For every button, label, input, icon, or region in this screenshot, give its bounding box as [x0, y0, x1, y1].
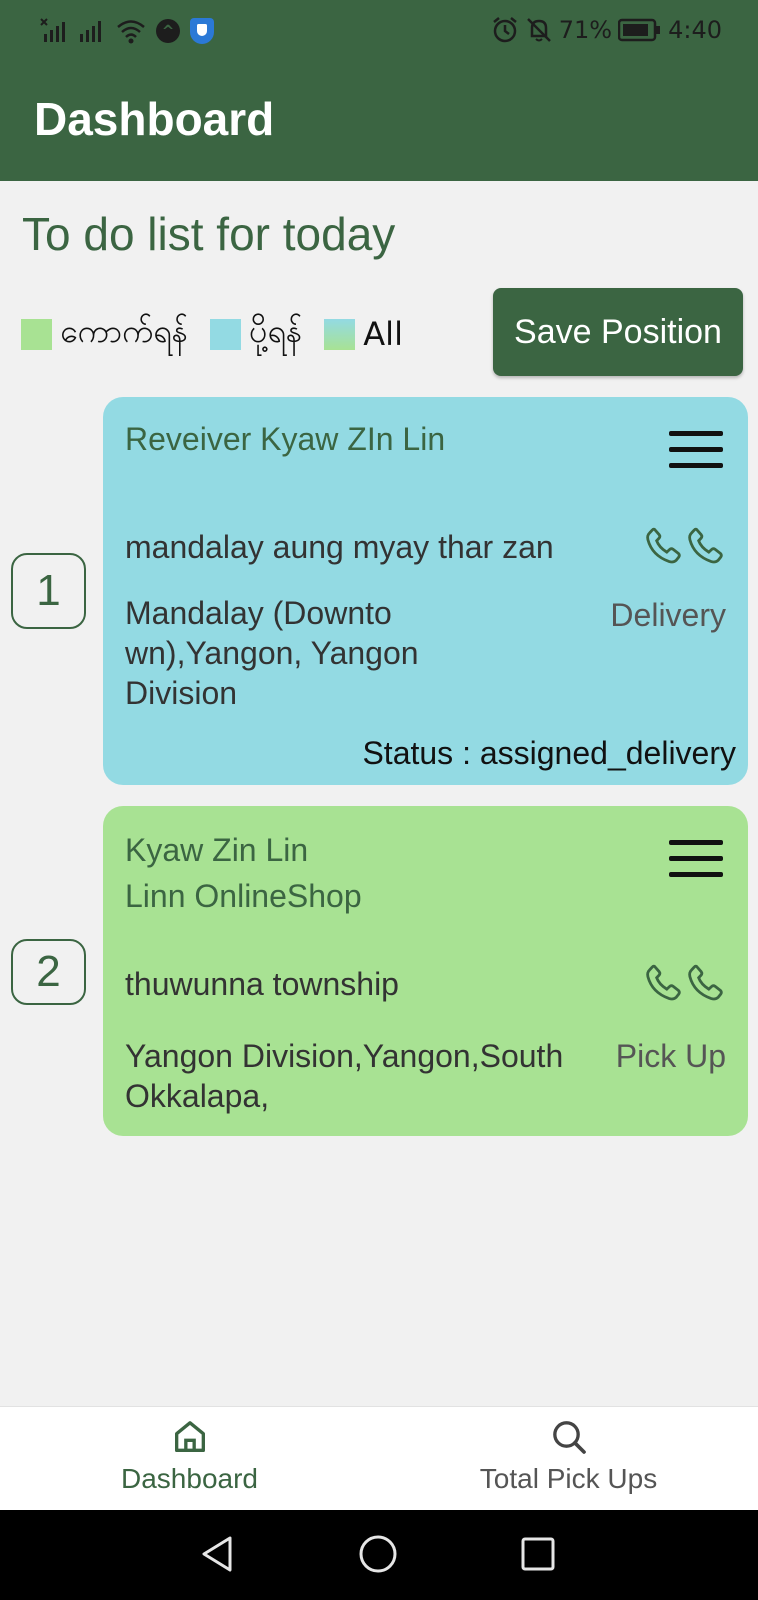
battery-percent: 71% — [558, 16, 613, 44]
legend-swatch-all — [324, 318, 356, 350]
task-address-line: Yangon Division,Yangon,South — [125, 1038, 564, 1074]
legend-item-pickup[interactable]: ကောက်ရန် — [21, 310, 188, 358]
status-left-icons: ^ — [40, 18, 214, 44]
drag-handle-menu-icon[interactable] — [669, 840, 723, 880]
no-sim-signal-icon — [40, 18, 68, 44]
home-circle-icon[interactable] — [356, 1532, 400, 1576]
task-address-line: Division — [125, 675, 238, 711]
task-type-label: Delivery — [610, 597, 726, 633]
task-index-number: 2 — [36, 947, 61, 996]
legend-swatch-delivery — [210, 318, 242, 350]
call-icon[interactable] — [643, 525, 685, 567]
search-icon — [552, 1421, 586, 1454]
legend-label-pickup: ကောက်ရန် — [60, 312, 189, 350]
task-address: Mandalay (Downto wn),Yangon, Yangon Divi… — [125, 593, 419, 713]
nav-tab-total-pickups[interactable]: Total Pick Ups — [379, 1407, 758, 1511]
task-address-line: wn),Yangon, Yangon — [125, 635, 419, 671]
call-icon-secondary[interactable] — [685, 962, 727, 1004]
status-bar: ^ 71% 4:40 — [0, 0, 758, 64]
call-icon[interactable] — [643, 962, 685, 1004]
nav-tab-dashboard[interactable]: Dashboard — [0, 1407, 379, 1511]
task-receiver: Kyaw Zin Lin — [125, 832, 309, 868]
legend-item-all[interactable]: All — [324, 315, 403, 353]
save-position-button[interactable]: Save Position — [493, 288, 743, 376]
legend-label-delivery: ပို့ရန် — [249, 312, 303, 350]
clock-time: 4:40 — [668, 16, 722, 44]
page-heading: To do list for today — [22, 208, 396, 260]
task-index-badge: 2 — [11, 939, 86, 1005]
bottom-navigation: Dashboard Total Pick Ups — [0, 1406, 758, 1510]
legend: ကောက်ရန် ပို့ရန် All — [21, 312, 425, 354]
call-icon-secondary[interactable] — [685, 525, 727, 567]
task-type-label: Pick Up — [615, 1038, 726, 1074]
nav-label-total-pickups: Total Pick Ups — [479, 1463, 658, 1494]
alarm-icon — [491, 16, 519, 44]
system-navigation-bar — [0, 1510, 758, 1600]
task-status: Status : assigned_delivery — [362, 735, 736, 771]
status-right-icons: 71% 4:40 — [491, 16, 722, 44]
task-index-number: 1 — [36, 566, 61, 615]
wifi-icon — [116, 18, 146, 44]
battery-icon — [618, 18, 662, 42]
nav-app-icon: ^ — [156, 19, 180, 43]
drag-handle-menu-icon[interactable] — [669, 431, 723, 471]
task-address-line: Okkalapa, — [125, 1078, 270, 1114]
task-address: Yangon Division,Yangon,South Okkalapa, — [125, 1036, 563, 1116]
task-area: thuwunna township — [125, 966, 399, 1002]
app-top-bar: ^ 71% 4:40 Dashboard — [0, 0, 758, 181]
recents-icon[interactable] — [516, 1532, 560, 1576]
task-card-pickup[interactable]: Kyaw Zin Lin Linn OnlineShop thuwunna to… — [103, 806, 748, 1136]
task-card-delivery[interactable]: Reveiver Kyaw ZIn Lin mandalay aung myay… — [103, 397, 748, 785]
home-icon — [174, 1421, 205, 1452]
shield-app-icon — [190, 18, 214, 44]
task-address-line: Mandalay (Downto — [125, 595, 392, 631]
task-shop-name: Linn OnlineShop — [125, 878, 362, 914]
nav-label-dashboard: Dashboard — [121, 1463, 258, 1494]
notifications-off-icon — [525, 16, 553, 44]
task-area: mandalay aung myay thar zan — [125, 529, 554, 565]
legend-item-delivery[interactable]: ပို့ရန် — [210, 310, 302, 358]
signal-icon — [78, 18, 106, 44]
back-icon[interactable] — [196, 1532, 240, 1576]
task-index-badge: 1 — [11, 553, 86, 629]
app-title: Dashboard — [34, 93, 275, 145]
task-receiver: Reveiver Kyaw ZIn Lin — [125, 421, 446, 457]
legend-swatch-pickup — [21, 318, 52, 350]
legend-label-all: All — [363, 315, 403, 353]
